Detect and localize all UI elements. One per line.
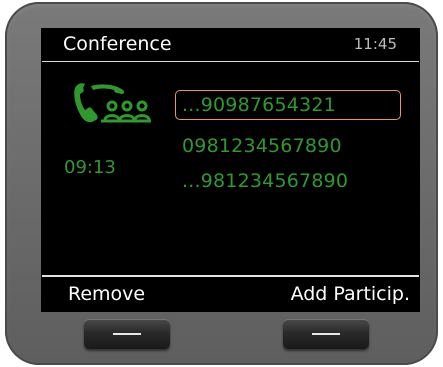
phone-display: Conference 11:45 09:13 ...90987654321 09… <box>41 28 420 312</box>
softkey-divider <box>42 275 419 277</box>
minus-icon <box>113 333 141 335</box>
add-participant-softkey-label[interactable]: Add Particip. <box>291 281 410 307</box>
participant-item[interactable]: 0981234567890 <box>182 133 402 159</box>
status-bar: Conference 11:45 <box>41 28 420 60</box>
remove-softkey-label[interactable]: Remove <box>68 281 145 307</box>
phone-device-frame: Conference 11:45 09:13 ...90987654321 09… <box>5 2 438 365</box>
left-softkey-button[interactable] <box>84 319 170 349</box>
participant-number: ...90987654321 <box>182 94 336 116</box>
header-divider <box>42 61 419 62</box>
screen-title: Conference <box>63 33 172 55</box>
call-duration: 09:13 <box>64 157 116 178</box>
participant-item[interactable]: ...981234567890 <box>182 168 402 194</box>
clock: 11:45 <box>353 35 397 53</box>
minus-icon <box>312 333 340 335</box>
conference-call-icon <box>74 83 151 123</box>
participant-item-selected[interactable]: ...90987654321 <box>175 90 401 120</box>
right-softkey-button[interactable] <box>283 319 369 349</box>
